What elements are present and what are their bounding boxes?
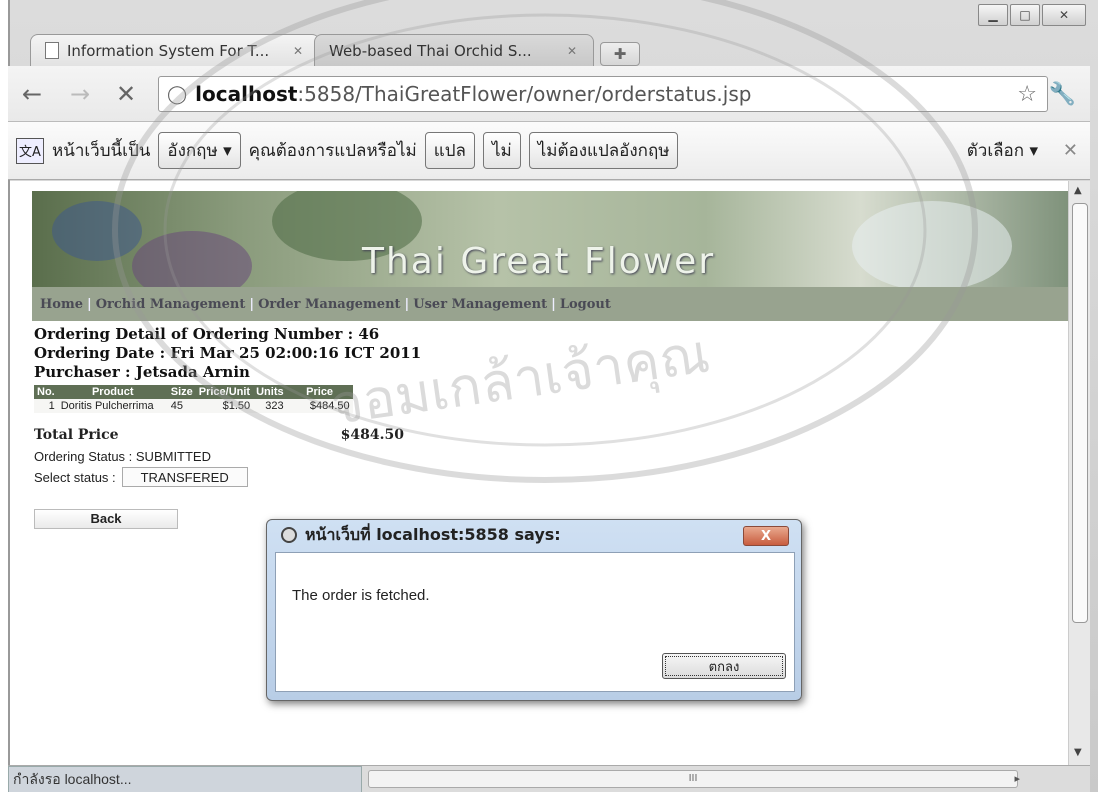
never-translate-button[interactable]: ไม่ต้องแปลอังกฤษ (528, 132, 679, 169)
banner-title: Thai Great Flower (362, 241, 716, 282)
dialog-title: หน้าเว็บที่ localhost:5858 says: (305, 524, 561, 544)
bookmark-star-icon[interactable]: ☆ (1017, 82, 1037, 107)
browser-icon (281, 527, 297, 543)
select-status-row: Select status : TRANSFERED (34, 467, 248, 487)
cell-price-unit: $1.50 (195, 399, 254, 413)
minimize-icon[interactable]: ▁ (978, 4, 1008, 26)
col-price: Price (286, 385, 353, 399)
tab-close-icon[interactable]: ✕ (567, 44, 577, 58)
wrench-icon[interactable]: 🔧 (1049, 82, 1076, 107)
order-date: Ordering Date : Fri Mar 25 02:00:16 ICT … (34, 344, 422, 362)
dialog-close-button[interactable]: X (743, 526, 789, 546)
stop-icon[interactable]: ✕ (116, 80, 136, 108)
options-label: ตัวเลือก (966, 141, 1025, 161)
vertical-scrollbar[interactable]: ▲ ▼ (1068, 181, 1090, 765)
tab-web-based-orchid[interactable]: Web-based Thai Orchid S... ✕ (314, 34, 594, 66)
menu-order-management[interactable]: Order Management (254, 297, 404, 312)
options-dropdown[interactable]: ตัวเลือก ▾ (967, 137, 1038, 164)
select-status-label: Select status : (34, 469, 116, 485)
url-path: :5858/ThaiGreatFlower/owner/orderstatus.… (297, 82, 752, 106)
site-menu: Home | Orchid Management | Order Managemen… (32, 287, 1068, 321)
total-value: $484.50 (340, 427, 404, 443)
browser-toolbar: ← → ✕ ◯ localhost:5858/ThaiGreatFlower/o… (8, 66, 1090, 122)
menu-user-management[interactable]: User Management (409, 297, 551, 312)
status-bar: กำลังรอ localhost... III ▸ (8, 765, 1090, 792)
horizontal-scrollbar[interactable]: III (368, 770, 1018, 788)
total-row: Total Price $484.50 (34, 427, 404, 443)
language-label: อังกฤษ (167, 141, 218, 161)
new-tab-button[interactable]: ✚ (600, 42, 640, 66)
ok-button[interactable]: ตกลง (662, 653, 786, 679)
cell-units: 323 (253, 399, 287, 413)
translate-infobar: 文A หน้าเว็บนี้เป็น อังกฤษ ▾ คุณต้องการแป… (8, 122, 1090, 180)
total-label: Total Price (34, 427, 119, 443)
scroll-up-icon[interactable]: ▲ (1074, 185, 1082, 196)
col-no: No. (34, 385, 58, 399)
menu-home[interactable]: Home (36, 297, 87, 312)
scroll-down-icon[interactable]: ▼ (1074, 747, 1082, 758)
close-window-icon[interactable]: ✕ (1042, 4, 1086, 26)
col-units: Units (253, 385, 287, 399)
site-banner: Thai Great Flower (32, 191, 1068, 287)
tab-close-icon[interactable]: ✕ (293, 44, 303, 58)
table-row: 1 Doritis Pulcherrima 45 $1.50 323 $484.… (34, 399, 353, 413)
status-select[interactable]: TRANSFERED (121, 467, 248, 487)
back-button[interactable]: Back (34, 509, 178, 529)
address-bar[interactable]: ◯ localhost:5858/ThaiGreatFlower/owner/o… (158, 76, 1048, 112)
language-dropdown[interactable]: อังกฤษ ▾ (158, 132, 241, 169)
col-price-unit: Price/Unit (195, 385, 254, 399)
order-items-table: No. Product Size Price/Unit Units Price … (34, 385, 353, 413)
dialog-body: The order is fetched. ตกลง (275, 552, 795, 692)
order-detail-header: Ordering Detail of Ordering Number : 46 … (34, 325, 421, 382)
tab-title: Information System For T... (67, 41, 270, 60)
tab-title: Web-based Thai Orchid S... (329, 41, 532, 60)
back-arrow-icon[interactable]: ← (22, 80, 42, 108)
url-host: localhost (195, 82, 298, 106)
globe-icon: ◯ (167, 83, 188, 105)
cell-size: 45 (167, 399, 196, 413)
dialog-message: The order is fetched. (292, 587, 430, 604)
col-product: Product (57, 385, 168, 399)
infobar-close-icon[interactable]: ✕ (1063, 140, 1078, 161)
order-number: Ordering Detail of Ordering Number : 46 (34, 325, 380, 343)
col-size: Size (167, 385, 196, 399)
dialog-titlebar: หน้าเว็บที่ localhost:5858 says: (267, 520, 801, 550)
ordering-status: Ordering Status : SUBMITTED (34, 449, 211, 464)
scroll-thumb[interactable] (1072, 203, 1088, 623)
page-icon (45, 42, 59, 59)
window-controls: ▁ □ ✕ (978, 4, 1086, 26)
translate-question: คุณต้องการแปลหรือไม่ (248, 141, 417, 161)
cell-product: Doritis Pulcherrima (57, 399, 168, 413)
tab-strip: Information System For T... ✕ Web-based … (30, 32, 640, 66)
purchaser: Purchaser : Jetsada Arnin (34, 363, 250, 381)
tab-information-system[interactable]: Information System For T... ✕ (30, 34, 320, 66)
table-header-row: No. Product Size Price/Unit Units Price (34, 385, 353, 399)
maximize-icon[interactable]: □ (1010, 4, 1040, 26)
loading-status: กำลังรอ localhost... (8, 766, 362, 792)
scroll-right-icon[interactable]: ▸ (1014, 772, 1020, 785)
no-button[interactable]: ไม่ (482, 132, 521, 169)
menu-orchid-management[interactable]: Orchid Management (92, 297, 250, 312)
forward-arrow-icon[interactable]: → (70, 80, 90, 108)
scroll-grip: III (688, 773, 698, 784)
translate-button[interactable]: แปล (424, 132, 475, 169)
cell-price: $484.50 (286, 399, 353, 413)
menu-logout[interactable]: Logout (556, 297, 615, 312)
translate-icon: 文A (16, 137, 44, 164)
cell-no: 1 (34, 399, 58, 413)
alert-dialog: หน้าเว็บที่ localhost:5858 says: X The o… (266, 519, 802, 701)
translate-prefix: หน้าเว็บนี้เป็น (52, 141, 151, 161)
